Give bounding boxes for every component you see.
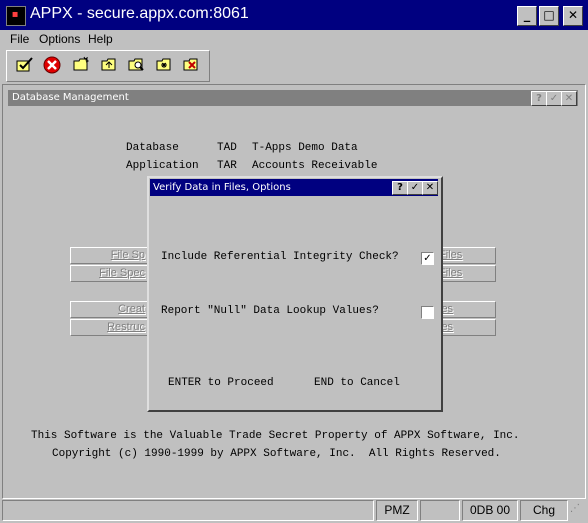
verify-data-dialog: Verify Data in Files, Options ? ✓ ✕ Incl… — [147, 176, 443, 412]
maximize-button[interactable]: □ — [539, 6, 559, 26]
application-label: Application — [126, 160, 199, 172]
check-edit-icon[interactable] — [14, 56, 36, 76]
menu-bar: File Options Help — [0, 30, 588, 48]
window-title: APPX - secure.appx.com:8061 — [30, 5, 249, 22]
dialog-title: Verify Data in Files, Options — [153, 182, 291, 193]
folder-delete-icon[interactable] — [181, 56, 203, 76]
create-button[interactable]: Creat — [70, 301, 152, 318]
copyright-line-2: Copyright (c) 1990-1999 by APPX Software… — [52, 448, 501, 460]
end-cancel-hint: END to Cancel — [314, 377, 400, 389]
status-chg: Chg — [520, 500, 568, 521]
resize-grip-icon[interactable]: ⋰ — [570, 503, 584, 519]
window-titlebar: ▪ APPX - secure.appx.com:8061 _ □ ✕ — [0, 0, 588, 30]
database-label: Database — [126, 142, 179, 154]
file-spec-button-1[interactable]: File Sp — [70, 247, 152, 264]
toolbar — [6, 50, 210, 82]
right-files-button-3[interactable]: les — [436, 301, 496, 318]
restructure-button[interactable]: Restruc — [70, 319, 152, 336]
option-null-lookup-checkbox[interactable] — [421, 306, 434, 319]
database-code: TAD — [217, 142, 237, 154]
menu-file[interactable]: File — [10, 30, 29, 48]
status-pmz: PMZ — [376, 500, 418, 521]
dialog-titlebar: Verify Data in Files, Options ? ✓ ✕ — [150, 179, 438, 196]
db-close-button[interactable]: ✕ — [561, 91, 577, 106]
menu-help[interactable]: Help — [88, 30, 113, 48]
minimize-button[interactable]: _ — [517, 6, 537, 26]
dialog-ok-button[interactable]: ✓ — [407, 181, 423, 195]
folder-up-icon[interactable] — [99, 56, 121, 76]
menu-options[interactable]: Options — [39, 30, 80, 48]
db-management-titlebar: Database Management ? ✓ ✕ — [8, 90, 578, 106]
dialog-close-button[interactable]: ✕ — [422, 181, 438, 195]
db-ok-button[interactable]: ✓ — [546, 91, 562, 106]
folder-new-icon[interactable] — [71, 56, 93, 76]
folder-star-icon[interactable] — [154, 56, 176, 76]
db-help-button[interactable]: ? — [531, 91, 547, 106]
cancel-icon[interactable] — [41, 56, 63, 76]
appx-logo-icon: ▪ — [6, 6, 26, 26]
file-spec-button-2[interactable]: File Spec — [70, 265, 152, 282]
right-files-button-2[interactable]: Files — [436, 265, 496, 282]
database-name: T-Apps Demo Data — [252, 142, 358, 154]
option-referential-integrity-label: Include Referential Integrity Check? — [161, 251, 399, 263]
status-db: 0DB 00 — [462, 500, 518, 521]
right-files-button-4[interactable]: les — [436, 319, 496, 336]
copyright-line-1: This Software is the Valuable Trade Secr… — [31, 430, 520, 442]
option-null-lookup-label: Report "Null" Data Lookup Values? — [161, 305, 379, 317]
application-code: TAR — [217, 160, 237, 172]
right-files-button-1[interactable]: Files — [436, 247, 496, 264]
dialog-help-button[interactable]: ? — [392, 181, 408, 195]
status-message — [2, 500, 374, 521]
application-name: Accounts Receivable — [252, 160, 378, 172]
db-management-title: Database Management — [12, 92, 129, 103]
option-referential-integrity-checkbox[interactable]: ✓ — [421, 252, 434, 265]
enter-proceed-hint: ENTER to Proceed — [168, 377, 274, 389]
close-button[interactable]: ✕ — [563, 6, 583, 26]
status-blank — [420, 500, 460, 521]
folder-search-icon[interactable] — [126, 56, 148, 76]
